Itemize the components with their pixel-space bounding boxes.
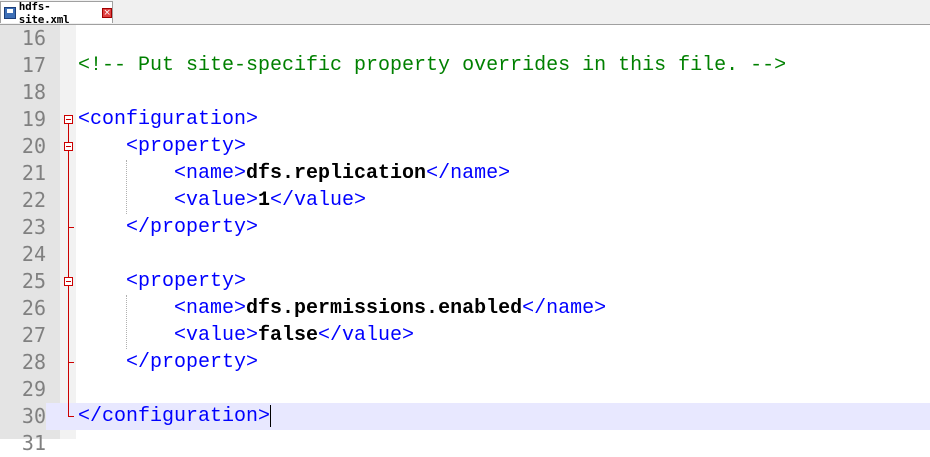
- line-number: 17: [21, 53, 46, 77]
- code-line[interactable]: 29: [0, 376, 930, 403]
- fold-minus-icon[interactable]: [64, 115, 73, 124]
- code-line[interactable]: 23 </property>: [0, 214, 930, 241]
- code-line[interactable]: 20 <property>: [0, 133, 930, 160]
- indent-guide: [126, 160, 127, 214]
- line-text: <property>: [126, 270, 247, 293]
- code-line[interactable]: 26 <name>dfs.permissions.enabled</name>: [0, 295, 930, 322]
- tab-label: hdfs-site.xml: [18, 0, 70, 26]
- line-text: <configuration>: [78, 108, 259, 131]
- line-number: 18: [21, 80, 46, 104]
- tab-hdfs-site-xml[interactable]: hdfs-site.xml ×: [0, 0, 113, 26]
- fold-minus-icon[interactable]: [64, 277, 73, 286]
- line-text: <value>false</value>: [174, 324, 415, 347]
- line-number: 20: [21, 134, 46, 158]
- line-text: <name>dfs.permissions.enabled</name>: [174, 297, 607, 320]
- code-line[interactable]: 25 <property>: [0, 268, 930, 295]
- text-caret: [270, 405, 272, 427]
- line-number: 23: [21, 215, 46, 239]
- line-text: <value>1</value>: [174, 189, 367, 212]
- code-line[interactable]: 19 <configuration>: [0, 106, 930, 133]
- code-line[interactable]: 24: [0, 241, 930, 268]
- line-number: 27: [21, 323, 46, 347]
- line-number: 31: [21, 431, 46, 455]
- line-text: <property>: [126, 135, 247, 158]
- code-editor[interactable]: 16 17 <!-- Put site-specific property over…: [0, 25, 930, 455]
- indent-guide: [126, 295, 127, 349]
- save-icon: [4, 6, 16, 19]
- code-line[interactable]: 17 <!-- Put site-specific property overri…: [0, 52, 930, 79]
- line-number: 26: [21, 296, 46, 320]
- fold-line: [68, 124, 69, 142]
- line-text: <!-- Put site-specific property override…: [78, 54, 787, 77]
- tab-bar: hdfs-site.xml ×: [0, 0, 930, 26]
- line-number: 25: [21, 269, 46, 293]
- code-line[interactable]: 22 <value>1</value>: [0, 187, 930, 214]
- fold-minus-icon[interactable]: [64, 142, 73, 151]
- line-text: </property>: [126, 216, 259, 239]
- close-icon[interactable]: ×: [102, 7, 112, 18]
- line-number: 24: [21, 242, 46, 266]
- code-line[interactable]: 31: [0, 430, 930, 457]
- code-line[interactable]: 27 <value>false</value>: [0, 322, 930, 349]
- line-number: 19: [21, 107, 46, 131]
- fold-end-mark: [68, 227, 74, 228]
- line-number: 22: [21, 188, 46, 212]
- line-number: 29: [21, 377, 46, 401]
- code-line[interactable]: 16: [0, 25, 930, 52]
- code-line[interactable]: 28 </property>: [0, 349, 930, 376]
- line-number: 30: [0, 403, 46, 430]
- code-line[interactable]: 18: [0, 79, 930, 106]
- fold-line: [68, 286, 69, 417]
- line-number: 16: [21, 26, 46, 50]
- line-number: 21: [21, 161, 46, 185]
- fold-line: [68, 151, 69, 277]
- line-text: <name>dfs.replication</name>: [174, 162, 511, 185]
- line-text: </configuration>: [78, 405, 271, 428]
- fold-end-mark: [68, 362, 74, 363]
- code-line[interactable]: 21 <name>dfs.replication</name>: [0, 160, 930, 187]
- fold-end-mark: [68, 416, 74, 417]
- code-line[interactable]: 30 </configuration>: [0, 403, 930, 430]
- line-number: 28: [21, 350, 46, 374]
- line-text: </property>: [126, 351, 259, 374]
